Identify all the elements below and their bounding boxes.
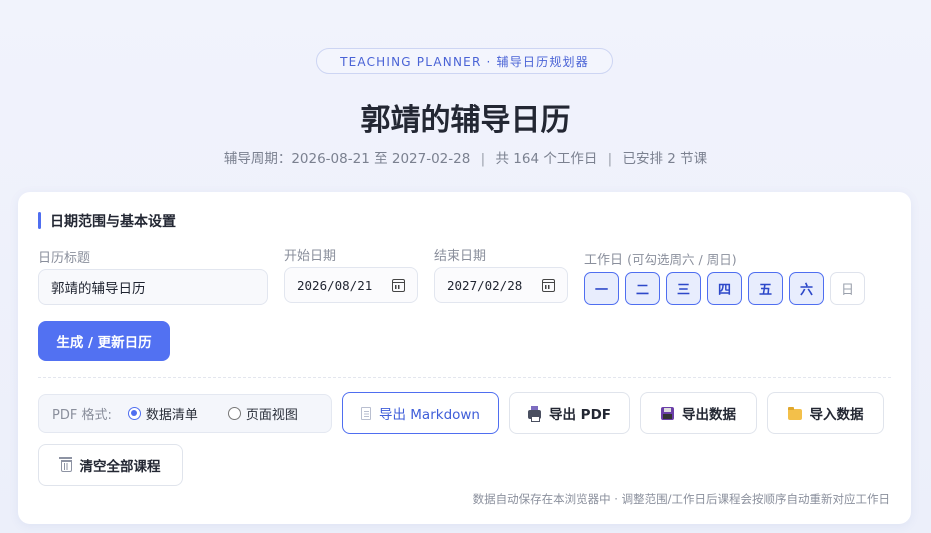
radio-unchecked-icon[interactable]	[227, 407, 241, 420]
export-data-label: 导出数据	[682, 407, 736, 423]
generate-calendar-button[interactable]: 生成 / 更新日历	[38, 321, 170, 361]
workday-count: 共 164 个工作日	[495, 151, 598, 167]
calendar-title-input[interactable]: 郭靖的辅导日历	[38, 269, 268, 305]
workday-toggle-fri[interactable]: 五	[748, 272, 783, 305]
workday-toggle-sat[interactable]: 六	[789, 272, 824, 305]
folder-icon	[787, 406, 802, 420]
settings-card: 日期范围与基本设置 日历标题 郭靖的辅导日历 开始日期 2026/08/21 结…	[18, 192, 911, 524]
workday-toggle-sun[interactable]: 日	[830, 272, 865, 305]
export-data-button[interactable]: 导出数据	[640, 392, 757, 434]
document-icon	[360, 406, 371, 420]
workday-toggle-tue[interactable]: 二	[625, 272, 660, 305]
scheduled-count: 已安排 2 节课	[622, 151, 708, 167]
clear-all-label: 清空全部课程	[79, 459, 161, 475]
floppy-disk-icon	[661, 406, 674, 420]
trash-icon	[58, 456, 72, 472]
radio-checked-icon[interactable]	[127, 407, 141, 420]
start-date-value: 2026/08/21	[297, 277, 373, 293]
calendar-title-label: 日历标题	[38, 251, 91, 266]
export-markdown-label: 导出 Markdown	[378, 407, 480, 423]
workday-label-text: 工作日	[584, 253, 624, 268]
export-markdown-button[interactable]: 导出 Markdown	[342, 392, 499, 434]
workday-toggle-mon[interactable]: 一	[584, 272, 619, 305]
end-date-value: 2027/02/28	[447, 277, 523, 293]
workday-toggle-wed[interactable]: 三	[666, 272, 701, 305]
start-date-input[interactable]: 2026/08/21	[284, 267, 418, 303]
pdf-format-label: PDF 格式:	[52, 408, 112, 423]
separator: |	[607, 151, 613, 167]
end-date-label: 结束日期	[434, 249, 487, 264]
separator: |	[480, 151, 486, 167]
clear-all-courses-button[interactable]: 清空全部课程	[38, 444, 183, 486]
page-subtitle: 辅导周期：2026-08-21 至 2027-02-28 | 共 164 个工作…	[0, 147, 931, 167]
app-badge: TEACHING PLANNER · 辅导日历规划器	[316, 48, 613, 74]
radio-page-view[interactable]: 页面视图	[227, 404, 298, 423]
import-data-button[interactable]: 导入数据	[767, 392, 884, 434]
printer-icon	[527, 406, 541, 422]
export-pdf-button[interactable]: 导出 PDF	[509, 392, 630, 434]
period-text: 辅导周期：2026-08-21 至 2027-02-28	[223, 151, 471, 167]
export-pdf-label: 导出 PDF	[548, 407, 612, 423]
workday-label: 工作日 (可勾选周六 / 周日)	[584, 249, 737, 268]
section-title: 日期范围与基本设置	[38, 212, 176, 230]
radio-data-list[interactable]: 数据清单	[127, 404, 198, 423]
radio-data-list-label: 数据清单	[145, 408, 198, 423]
radio-page-view-label: 页面视图	[245, 408, 298, 423]
import-data-label: 导入数据	[809, 407, 864, 423]
calendar-icon[interactable]	[392, 278, 405, 292]
start-date-label: 开始日期	[284, 249, 337, 264]
workday-toggle-thu[interactable]: 四	[707, 272, 742, 305]
page-title: 郭靖的辅导日历	[360, 103, 571, 138]
divider	[38, 377, 891, 378]
workday-hint: (可勾选周六 / 周日)	[627, 252, 737, 267]
pdf-format-group: PDF 格式: 数据清单 页面视图	[38, 394, 332, 433]
autosave-note: 数据自动保存在本浏览器中 · 调整范围/工作日后课程会按顺序自动重新对应工作日	[472, 492, 890, 506]
end-date-input[interactable]: 2027/02/28	[434, 267, 568, 303]
calendar-icon[interactable]	[542, 278, 555, 292]
